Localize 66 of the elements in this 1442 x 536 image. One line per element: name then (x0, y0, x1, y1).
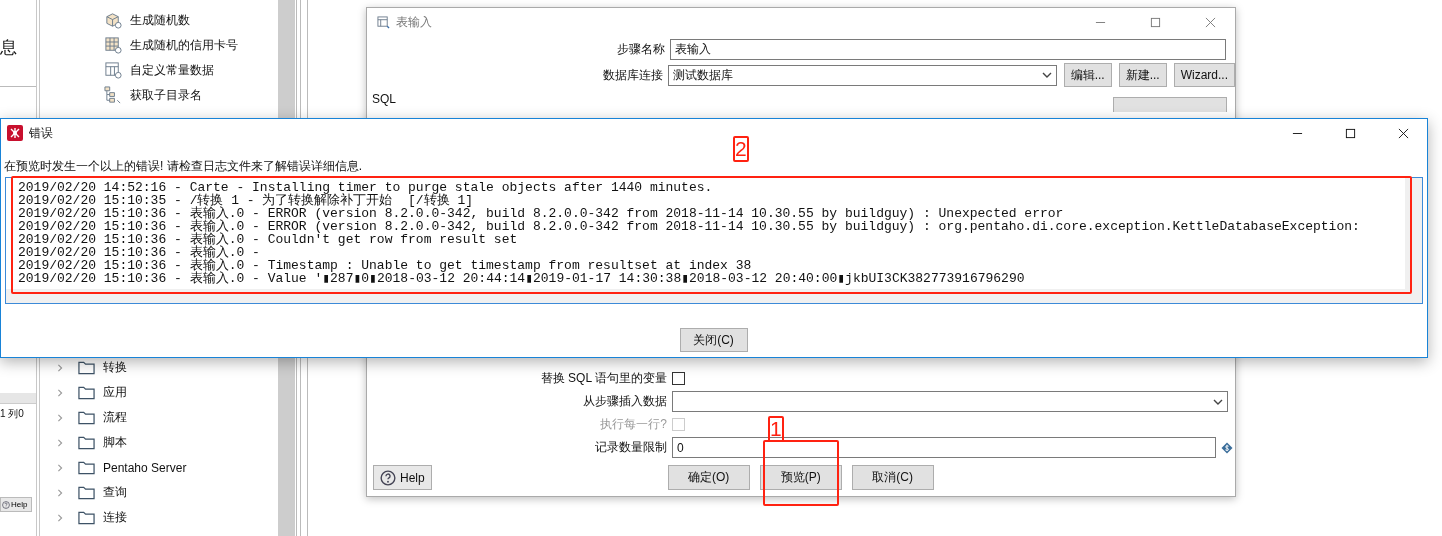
dialog-button[interactable]: 取消(C) (851, 465, 934, 490)
tree-item[interactable]: 自定义常量数据 (40, 58, 278, 83)
dialog-button[interactable]: Wizard... (1173, 63, 1235, 87)
dialog-button[interactable]: 预览(P) (759, 465, 842, 490)
tree-item[interactable]: Pentaho Server (40, 455, 278, 480)
log-line: 2019/02/20 14:52:16 - Carte - Installing timer to purge stale objects after 1440 minutes. (18, 181, 714, 194)
log-line: 2019/02/20 15:10:36 - 表输入.0 - ERROR (version 8.2.0.0-342, build 8.2.0.0-342 from 2018-11-14 10.30.55 by buildguy) : Unexpected error (18, 207, 1065, 220)
log-line: 2019/02/20 15:10:35 - /转换 1 - 为了转换解除补丁开始 [/转换 1] (18, 194, 475, 207)
field-label: 替换 SQL 语句里的变量 (539, 370, 667, 387)
folder-icon (78, 510, 95, 525)
folder-icon (78, 485, 95, 500)
tree-item[interactable]: 流程 (40, 405, 278, 430)
help-button[interactable]: Help (373, 465, 432, 490)
window-title: 错误 (29, 124, 53, 142)
maximize-icon[interactable] (1345, 127, 1356, 139)
panel-title: 息 (0, 38, 18, 58)
dropdown[interactable] (672, 391, 1228, 412)
help-icon (2, 500, 10, 509)
help-button[interactable]: Help (0, 497, 32, 512)
field-label: 步骤名称 (616, 40, 665, 58)
input-field[interactable]: 表输入 (670, 38, 1226, 60)
log-line: 2019/02/20 15:10:36 - 表输入.0 - Timestamp : Unable to get timestamp from resultset at index 38 (18, 259, 753, 272)
log-line: 2019/02/20 15:10:36 - 表输入.0 - Couldn't get row from result set (18, 233, 519, 246)
cube-gear-icon (104, 11, 123, 30)
field-label: 从步骤插入数据 (582, 393, 667, 410)
field-label: 记录数量限制 (594, 439, 667, 456)
window-title: 表输入 (396, 13, 432, 31)
field-label: 数据库连接 (601, 66, 663, 84)
input-field[interactable]: 0 (672, 437, 1216, 458)
field-label: 执行每一行? (599, 416, 667, 433)
variable-icon[interactable] (1221, 441, 1233, 454)
tree-item[interactable]: 应用 (40, 380, 278, 405)
close-button[interactable]: 关闭(C) (679, 328, 748, 352)
tree-item[interactable]: 获取子目录名 (40, 83, 278, 108)
app-icon (7, 125, 23, 141)
checkbox[interactable] (672, 372, 685, 385)
folder-icon (78, 410, 95, 425)
log-line: 2019/02/20 15:10:36 - 表输入.0 - ERROR (version 8.2.0.0-342, build 8.2.0.0-342 from 2018-11-14 10.30.55 by buildguy) : org.pentaho.di.core.exception.KettleDatabaseException: (18, 220, 1361, 233)
sql-label: SQL (372, 92, 396, 106)
tree-item[interactable]: 转换 (40, 355, 278, 380)
annotation-number: 2 (733, 136, 749, 162)
tree-item[interactable]: 脚本 (40, 430, 278, 455)
dialog-button[interactable]: 编辑... (1063, 63, 1112, 87)
tree-item[interactable]: 连接 (40, 505, 278, 530)
log-line: 2019/02/20 15:10:36 - 表输入.0 - (18, 246, 261, 259)
folder-icon (78, 360, 95, 375)
dialog-button[interactable]: 新建... (1118, 63, 1167, 87)
tree-item[interactable]: 生成随机的信用卡号 (40, 33, 278, 58)
dialog-button[interactable]: 确定(O) (667, 465, 750, 490)
tree-item[interactable]: 生成随机数 (40, 8, 278, 33)
dropdown[interactable]: 测试数据库 (667, 64, 1057, 86)
caret-icon (1041, 70, 1052, 80)
folder-icon (78, 435, 95, 450)
help-icon (380, 469, 396, 486)
status-text: 1 列0 (0, 407, 25, 421)
close-icon[interactable] (1398, 127, 1409, 139)
folder-icon (78, 460, 95, 475)
folder-icon (78, 385, 95, 400)
table-icon (377, 15, 390, 29)
annotation-number: 1 (768, 416, 784, 442)
grid-gear-icon (104, 36, 123, 55)
tree-item[interactable]: 查询 (40, 480, 278, 505)
table-gear-icon (104, 61, 123, 80)
folders-icon (104, 86, 123, 105)
log-line: 2019/02/20 15:10:36 - 表输入.0 - Value '▮287▮0▮2018-03-12 20:44:14▮2019-01-17 14:30:38▮2018-03-12 20:40:00▮jkbUI3CK382773916796290 (18, 272, 1026, 285)
error-message: 在预览时发生一个以上的错误! 请检查日志文件来了解错误详细信息. (4, 159, 363, 173)
